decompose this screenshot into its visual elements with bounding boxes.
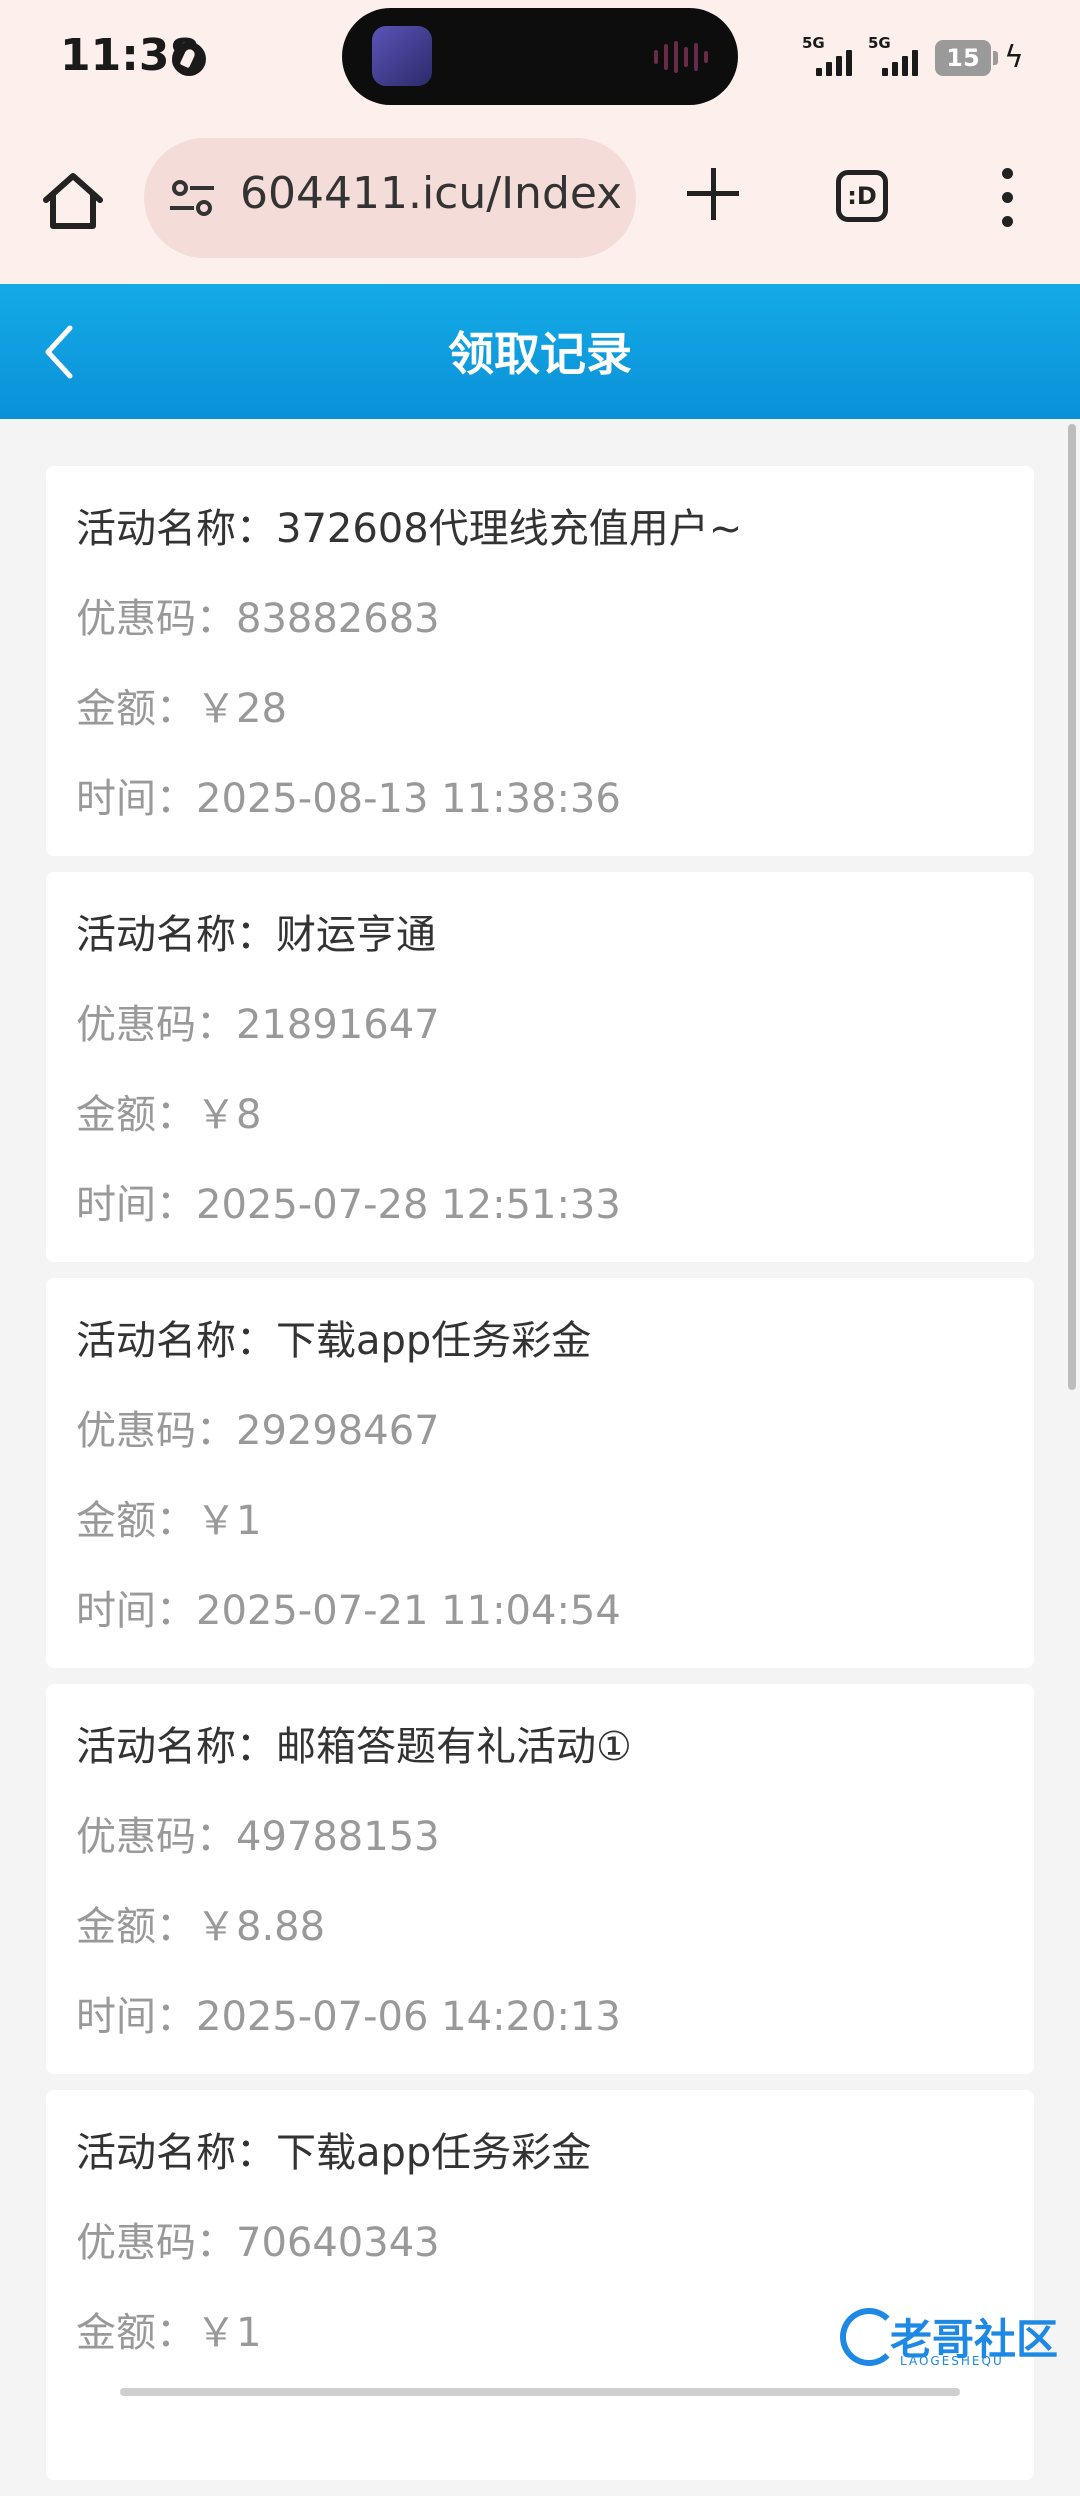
- new-tab-plus-icon[interactable]: [685, 166, 741, 222]
- page-title: 领取记录: [448, 327, 632, 381]
- battery-cap: [993, 51, 998, 65]
- page-header: 领取记录: [0, 284, 1080, 419]
- watermark-logo: 老哥社区 LAOGESHEQU: [840, 2300, 1070, 2372]
- browser-toolbar: 604411.icu/Index. :D: [0, 120, 1080, 284]
- record-activity-name: 活动名称：下载app任务彩金: [76, 2130, 592, 2176]
- record-activity-name: 活动名称：下载app任务彩金: [76, 1318, 592, 1364]
- status-bar: 11:38 5G 5G 15 ϟ: [0, 0, 1080, 120]
- page-scrollbar[interactable]: [1068, 424, 1076, 1390]
- record-coupon-code: 优惠码：49788153: [76, 1814, 440, 1860]
- record-coupon-code: 优惠码：83882683: [76, 596, 440, 642]
- watermark-subtext: LAOGESHEQU: [900, 2354, 1004, 2368]
- record-amount: 金额：￥1: [76, 2310, 262, 2356]
- record-card[interactable]: 活动名称：邮箱答题有礼活动① 优惠码：49788153 金额：￥8.88 时间：…: [46, 1684, 1034, 2074]
- url-text[interactable]: 604411.icu/Index.: [240, 168, 620, 219]
- charging-bolt-icon: ϟ: [1004, 40, 1024, 75]
- record-amount: 金额：￥8: [76, 1092, 262, 1138]
- record-time: 时间：2025-07-21 11:04:54: [76, 1588, 621, 1634]
- record-coupon-code: 优惠码：70640343: [76, 2220, 440, 2266]
- record-activity-name: 活动名称：财运亨通: [76, 912, 436, 958]
- record-list: 活动名称：372608代理线充值用户~ 优惠码：83882683 金额：￥28 …: [46, 466, 1034, 2496]
- record-coupon-code: 优惠码：29298467: [76, 1408, 440, 1454]
- more-menu-icon[interactable]: [996, 168, 1020, 228]
- record-amount: 金额：￥8.88: [76, 1904, 326, 1950]
- record-card[interactable]: 活动名称：372608代理线充值用户~ 优惠码：83882683 金额：￥28 …: [46, 466, 1034, 856]
- media-thumbnail-icon: [372, 26, 432, 86]
- record-time: 时间：2025-07-28 12:51:33: [76, 1182, 621, 1228]
- home-indicator[interactable]: [120, 2388, 960, 2396]
- home-icon[interactable]: [40, 168, 106, 234]
- battery-icon: 15: [935, 40, 991, 76]
- record-amount: 金额：￥28: [76, 686, 287, 732]
- record-activity-name: 活动名称：372608代理线充值用户~: [76, 506, 743, 552]
- record-time: 时间：2025-08-13 11:38:36: [76, 776, 621, 822]
- dynamic-island[interactable]: [342, 8, 738, 105]
- record-activity-name: 活动名称：邮箱答题有礼活动①: [76, 1724, 632, 1770]
- record-time: 时间：2025-07-06 14:20:13: [76, 1994, 621, 2040]
- site-settings-icon[interactable]: [168, 178, 216, 218]
- record-card[interactable]: 活动名称：下载app任务彩金 优惠码：70640343 金额：￥1: [46, 2090, 1034, 2480]
- record-amount: 金额：￥1: [76, 1498, 262, 1544]
- vpn-status-icon: [172, 42, 206, 76]
- record-coupon-code: 优惠码：21891647: [76, 1002, 440, 1048]
- audio-waveform-icon: [654, 41, 708, 73]
- record-card[interactable]: 活动名称：财运亨通 优惠码：21891647 金额：￥8 时间：2025-07-…: [46, 872, 1034, 1262]
- address-bar[interactable]: 604411.icu/Index.: [144, 138, 636, 258]
- record-card[interactable]: 活动名称：下载app任务彩金 优惠码：29298467 金额：￥1 时间：202…: [46, 1278, 1034, 1668]
- tab-switcher-button[interactable]: :D: [836, 170, 888, 222]
